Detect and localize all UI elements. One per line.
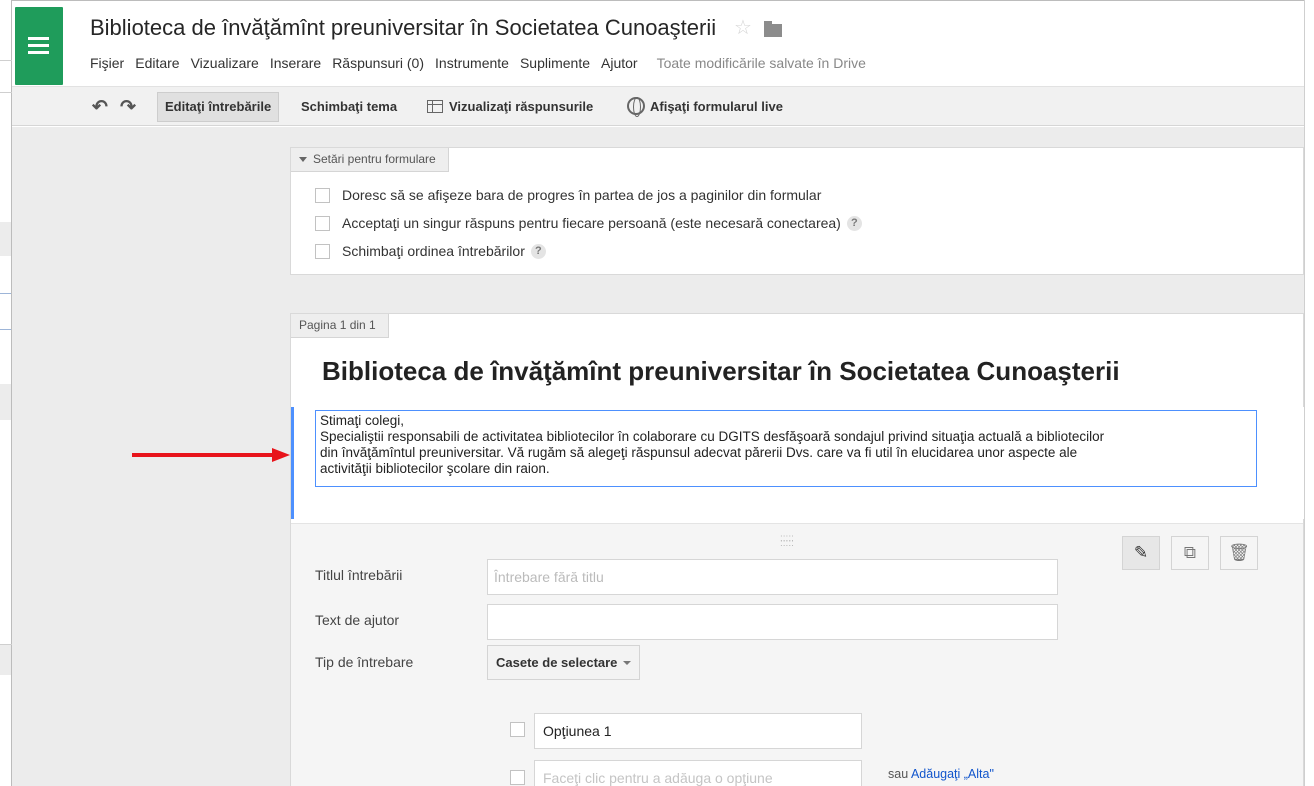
copy-icon: ⧉: [1183, 543, 1197, 562]
add-option-input[interactable]: [534, 760, 862, 786]
settings-toggle[interactable]: Setări pentru formulare: [291, 148, 449, 172]
view-live-form-button[interactable]: Afişaţi formularul live: [620, 92, 790, 122]
redo-icon[interactable]: ↷: [120, 96, 136, 119]
document-title[interactable]: Biblioteca de învăţămînt preuniversitar …: [90, 15, 716, 41]
folder-icon[interactable]: [764, 21, 782, 37]
annotation-arrow: [132, 448, 290, 462]
question-type-value: Casete de selectare: [496, 655, 618, 670]
menu-file[interactable]: Fişier: [90, 55, 124, 75]
divider: [0, 60, 12, 61]
form-page-panel: Pagina 1 din 1 Biblioteca de învăţămînt …: [290, 313, 1304, 786]
forms-editor-window: Biblioteca de învăţămînt preuniversitar …: [12, 1, 1304, 786]
setting-label: Acceptaţi un singur răspuns pentru fieca…: [342, 215, 841, 231]
option-1-input[interactable]: [534, 713, 862, 749]
delete-question-button[interactable]: 🗑: [1220, 536, 1258, 570]
star-icon[interactable]: ☆: [734, 15, 752, 40]
shuffle-questions-checkbox[interactable]: [315, 243, 330, 259]
view-responses-button[interactable]: Vizualizaţi răspunsurile: [420, 92, 600, 122]
help-text-input[interactable]: [487, 604, 1058, 640]
help-icon[interactable]: ?: [530, 243, 546, 259]
setting-one-response[interactable]: Acceptaţi un singur răspuns pentru fieca…: [315, 212, 862, 234]
description-line: din învăţămîntul preuniversitar. Vă rugă…: [320, 445, 1078, 460]
menu-view[interactable]: Vizualizare: [191, 55, 259, 75]
background-panel: [0, 645, 11, 675]
triangle-down-icon: [299, 157, 307, 162]
setting-shuffle-questions[interactable]: Schimbaţi ordinea întrebărilor ?: [315, 240, 546, 262]
form-title[interactable]: Biblioteca de învăţămînt preuniversitar …: [322, 356, 1120, 387]
option-checkbox: [510, 722, 525, 737]
drag-handle-icon[interactable]: ::::::::::: [780, 534, 794, 549]
menu-responses[interactable]: Răspunsuri (0): [332, 55, 424, 75]
setting-label: Schimbaţi ordinea întrebărilor: [342, 243, 525, 259]
toolbar: ↶ ↷ Editaţi întrebările Schimbaţi tema V…: [12, 86, 1304, 126]
menu-bar: Fişier Editare Vizualizare Inserare Răsp…: [90, 55, 866, 75]
trash-icon: 🗑: [1228, 543, 1250, 562]
description-line: Specialiştii responsabili de activitatea…: [320, 429, 1105, 444]
question-title-label: Titlul întrebării: [315, 567, 403, 583]
or-text: sau: [888, 767, 909, 781]
save-status: Toate modificările salvate în Drive: [656, 55, 866, 71]
background-window-edge: [0, 0, 12, 786]
globe-icon: [627, 97, 645, 117]
undo-icon[interactable]: ↶: [92, 96, 108, 119]
table-icon: [427, 100, 443, 113]
description-line: Stimaţi colegi,: [320, 413, 405, 428]
pencil-icon: ✎: [1133, 543, 1149, 562]
setting-progress-bar[interactable]: Doresc să se afişeze bara de progres în …: [315, 184, 821, 206]
setting-label: Doresc să se afişeze bara de progres în …: [342, 187, 822, 203]
form-settings-panel: Setări pentru formulare Doresc să se afi…: [290, 147, 1304, 275]
option-checkbox: [510, 770, 525, 785]
one-response-checkbox[interactable]: [315, 215, 330, 231]
help-text-label: Text de ajutor: [315, 612, 400, 628]
description-section: Stimaţi colegi, Specialiştii responsabil…: [291, 407, 1304, 519]
menu-tools[interactable]: Instrumente: [435, 55, 509, 75]
background-panel: [0, 384, 11, 420]
chevron-down-icon: [623, 661, 632, 665]
page-tab: Pagina 1 din 1: [291, 314, 389, 338]
menu-help[interactable]: Ajutor: [601, 55, 638, 75]
duplicate-question-button[interactable]: ⧉: [1171, 536, 1209, 570]
edit-question-button[interactable]: ✎: [1122, 536, 1160, 570]
settings-header: Setări pentru formulare: [313, 152, 436, 166]
description-line: activităţii bibliotecilor şcolare din ra…: [320, 461, 550, 476]
window-right-edge: [1304, 0, 1314, 786]
progress-bar-checkbox[interactable]: [315, 187, 330, 203]
help-icon[interactable]: ?: [846, 215, 862, 231]
question-type-label: Tip de întrebare: [315, 654, 414, 670]
question-title-input[interactable]: [487, 559, 1058, 595]
edit-questions-button[interactable]: Editaţi întrebările: [157, 92, 280, 122]
menu-insert[interactable]: Inserare: [270, 55, 321, 75]
background-panel: [0, 222, 11, 256]
form-description-textarea[interactable]: Stimaţi colegi, Specialiştii responsabil…: [315, 410, 1257, 487]
divider: [0, 92, 12, 93]
menu-edit[interactable]: Editare: [135, 55, 179, 75]
view-live-form-label: Afişaţi formularul live: [650, 99, 783, 114]
view-responses-label: Vizualizaţi răspunsurile: [449, 99, 594, 114]
divider: [0, 293, 11, 294]
divider: [0, 329, 11, 330]
menu-addons[interactable]: Suplimente: [520, 55, 590, 75]
add-other-hint: sau Adăugaţi „Alta": [888, 767, 994, 781]
question-editor-card: :::::::::: ✎ ⧉ 🗑 Titlul întrebării Text …: [291, 523, 1303, 786]
forms-logo-icon[interactable]: [15, 7, 63, 85]
question-type-select[interactable]: Casete de selectare: [487, 645, 641, 680]
add-other-link[interactable]: Adăugaţi „Alta": [911, 767, 994, 781]
change-theme-button[interactable]: Schimbaţi tema: [294, 92, 404, 122]
